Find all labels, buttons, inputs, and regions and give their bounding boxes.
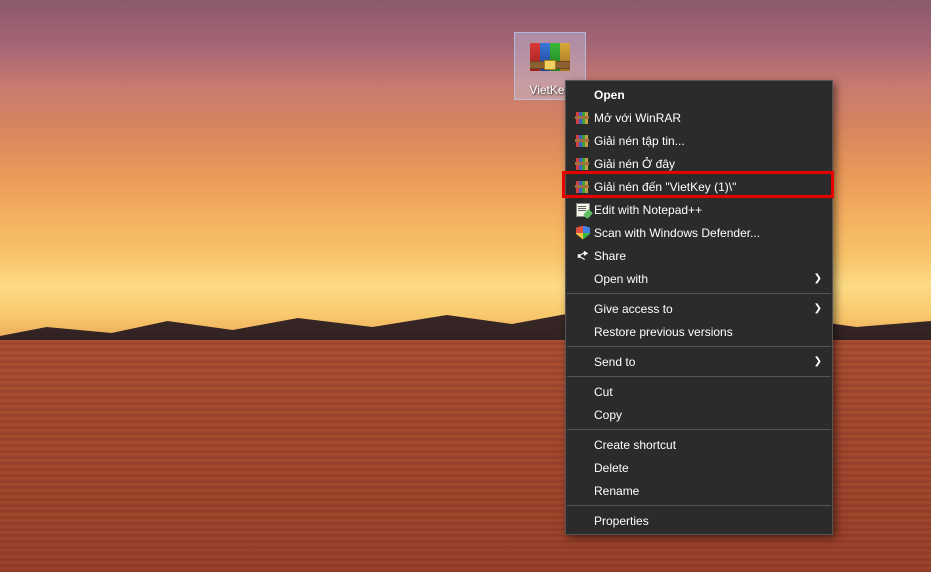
menu-icon-slot bbox=[572, 179, 594, 195]
menu-icon-slot bbox=[572, 407, 594, 423]
winrar-icon bbox=[575, 157, 591, 171]
menu-icon-slot bbox=[572, 225, 594, 241]
menu-item[interactable]: Giải nén tập tin... bbox=[566, 129, 832, 152]
menu-item[interactable]: Open bbox=[566, 83, 832, 106]
menu-item-label: Send to bbox=[594, 355, 802, 369]
menu-item[interactable]: Edit with Notepad++ bbox=[566, 198, 832, 221]
menu-item[interactable]: Scan with Windows Defender... bbox=[566, 221, 832, 244]
menu-item-label: Cut bbox=[594, 385, 802, 399]
menu-icon-slot bbox=[572, 513, 594, 529]
menu-icon-slot bbox=[572, 110, 594, 126]
menu-icon-slot bbox=[572, 248, 594, 264]
menu-item-label: Scan with Windows Defender... bbox=[594, 226, 802, 240]
menu-item-label: Giải nén đến "VietKey (1)\" bbox=[594, 180, 802, 194]
menu-item-label: Share bbox=[594, 249, 802, 263]
menu-separator bbox=[567, 376, 831, 377]
menu-icon-slot bbox=[572, 156, 594, 172]
menu-item[interactable]: Rename bbox=[566, 479, 832, 502]
menu-item[interactable]: Giải nén đến "VietKey (1)\" bbox=[566, 175, 832, 198]
menu-item-label: Mở với WinRAR bbox=[594, 111, 802, 125]
menu-icon-slot bbox=[572, 301, 594, 317]
menu-separator bbox=[567, 346, 831, 347]
winrar-icon bbox=[575, 180, 591, 194]
menu-item-label: Edit with Notepad++ bbox=[594, 203, 802, 217]
menu-item[interactable]: Cut bbox=[566, 380, 832, 403]
menu-item-label: Copy bbox=[594, 408, 802, 422]
menu-item[interactable]: Mở với WinRAR bbox=[566, 106, 832, 129]
menu-icon-slot bbox=[572, 437, 594, 453]
menu-item[interactable]: Give access to ❯ bbox=[566, 297, 832, 320]
menu-item-label: Rename bbox=[594, 484, 802, 498]
menu-icon-slot bbox=[572, 354, 594, 370]
menu-icon-slot bbox=[572, 133, 594, 149]
menu-item-label: Open with bbox=[594, 272, 802, 286]
menu-item-label: Open bbox=[594, 88, 802, 102]
menu-icon-slot bbox=[572, 384, 594, 400]
menu-item[interactable]: Copy bbox=[566, 403, 832, 426]
context-menu: Open Mở với WinRAR Giải nén tập tin... Giải… bbox=[565, 80, 833, 535]
menu-separator bbox=[567, 505, 831, 506]
menu-item[interactable]: Create shortcut bbox=[566, 433, 832, 456]
menu-separator bbox=[567, 293, 831, 294]
defender-shield-icon bbox=[576, 226, 590, 240]
winrar-icon bbox=[575, 111, 591, 125]
menu-icon-slot bbox=[572, 87, 594, 103]
notepadpp-icon bbox=[576, 203, 590, 217]
menu-icon-slot bbox=[572, 271, 594, 287]
winrar-archive-icon bbox=[528, 35, 572, 79]
chevron-right-icon: ❯ bbox=[814, 273, 822, 284]
menu-separator bbox=[567, 429, 831, 430]
menu-icon-slot bbox=[572, 324, 594, 340]
menu-item[interactable]: Properties bbox=[566, 509, 832, 532]
menu-item-label: Giải nén tập tin... bbox=[594, 134, 802, 148]
menu-item[interactable]: Send to ❯ bbox=[566, 350, 832, 373]
menu-item-label: Create shortcut bbox=[594, 438, 802, 452]
menu-item[interactable]: Open with ❯ bbox=[566, 267, 832, 290]
menu-item[interactable]: Share bbox=[566, 244, 832, 267]
menu-item[interactable]: Restore previous versions bbox=[566, 320, 832, 343]
chevron-right-icon: ❯ bbox=[814, 303, 822, 314]
menu-item-label: Give access to bbox=[594, 302, 802, 316]
menu-item-label: Restore previous versions bbox=[594, 325, 802, 339]
menu-item-label: Properties bbox=[594, 514, 802, 528]
winrar-icon bbox=[575, 134, 591, 148]
menu-item-label: Delete bbox=[594, 461, 802, 475]
menu-icon-slot bbox=[572, 202, 594, 218]
menu-item-label: Giải nén Ở đây bbox=[594, 157, 802, 171]
share-icon bbox=[576, 249, 590, 263]
menu-item[interactable]: Delete bbox=[566, 456, 832, 479]
chevron-right-icon: ❯ bbox=[814, 356, 822, 367]
menu-icon-slot bbox=[572, 460, 594, 476]
menu-icon-slot bbox=[572, 483, 594, 499]
menu-item[interactable]: Giải nén Ở đây bbox=[566, 152, 832, 175]
